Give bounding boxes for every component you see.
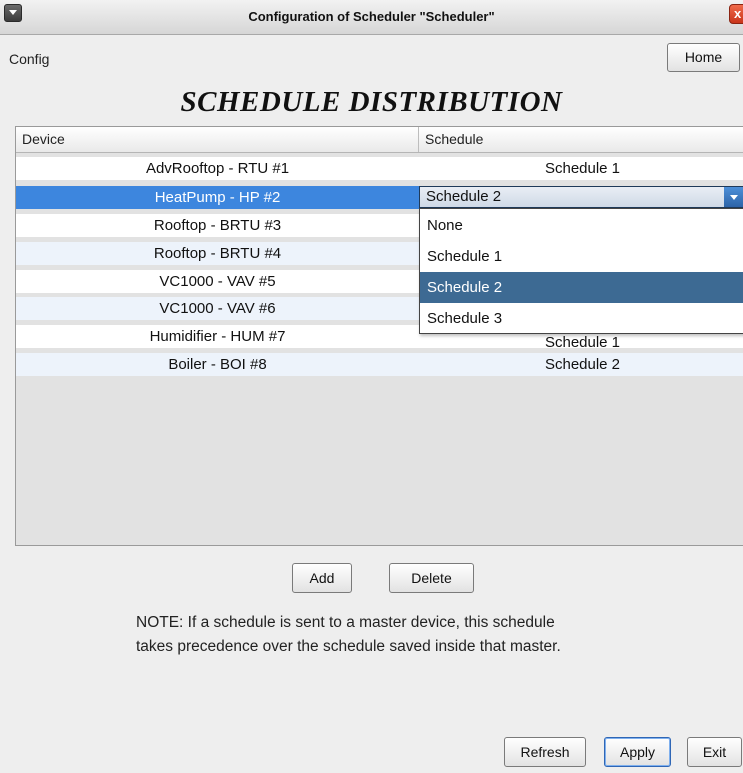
device-cell: VC1000 - VAV #5 (159, 273, 276, 290)
close-icon[interactable]: x (729, 4, 743, 24)
note-line: takes precedence over the schedule saved… (136, 638, 561, 655)
dropdown-option-schedule-2[interactable]: Schedule 2 (420, 272, 743, 303)
add-button[interactable]: Add (292, 563, 352, 593)
dropdown-option-schedule-3[interactable]: Schedule 3 (420, 303, 743, 334)
dropdown-list: None Schedule 1 Schedule 2 Schedule 3 (419, 208, 743, 334)
device-cell: Rooftop - BRTU #3 (153, 217, 282, 234)
column-header-schedule[interactable]: Schedule (419, 127, 743, 152)
device-cell: VC1000 - VAV #6 (159, 300, 276, 317)
apply-button[interactable]: Apply (604, 737, 671, 767)
config-menu[interactable]: Config (9, 51, 49, 67)
device-cell: Boiler - BOI #8 (168, 356, 267, 373)
menu-bar: Config (0, 35, 743, 80)
note-text: NOTE: If a schedule is sent to a master … (136, 611, 696, 659)
dropdown-value: Schedule 2 (426, 188, 502, 205)
chevron-down-icon[interactable] (724, 187, 743, 207)
table-row[interactable]: AdvRooftop - RTU #1 Schedule 1 (16, 157, 743, 180)
page-title: SCHEDULE DISTRIBUTION (180, 86, 563, 118)
schedule-dropdown[interactable]: Schedule 2 (419, 186, 743, 208)
title-bar: Configuration of Scheduler "Scheduler" x (0, 0, 743, 35)
device-cell: AdvRooftop - RTU #1 (145, 160, 290, 177)
device-cell: HeatPump - HP #2 (16, 186, 419, 209)
schedule-cell[interactable]: Schedule 1 (419, 331, 743, 354)
delete-button[interactable]: Delete (389, 563, 474, 593)
dropdown-option-schedule-1[interactable]: Schedule 1 (420, 241, 743, 272)
window-title: Configuration of Scheduler "Scheduler" (248, 9, 495, 24)
device-cell: Humidifier - HUM #7 (149, 328, 286, 345)
column-header-device[interactable]: Device (16, 127, 419, 152)
schedule-cell[interactable]: Schedule 2 (419, 353, 743, 376)
device-cell: Rooftop - BRTU #4 (153, 245, 282, 262)
home-button[interactable]: Home (667, 43, 740, 72)
table-header: Device Schedule (16, 127, 743, 153)
table-row[interactable]: Boiler - BOI #8 Schedule 2 (16, 353, 743, 376)
note-line: NOTE: If a schedule is sent to a master … (136, 614, 555, 631)
schedule-cell[interactable]: Schedule 1 (419, 157, 743, 180)
dropdown-option-none[interactable]: None (420, 210, 743, 241)
refresh-button[interactable]: Refresh (504, 737, 586, 767)
exit-button[interactable]: Exit (687, 737, 742, 767)
